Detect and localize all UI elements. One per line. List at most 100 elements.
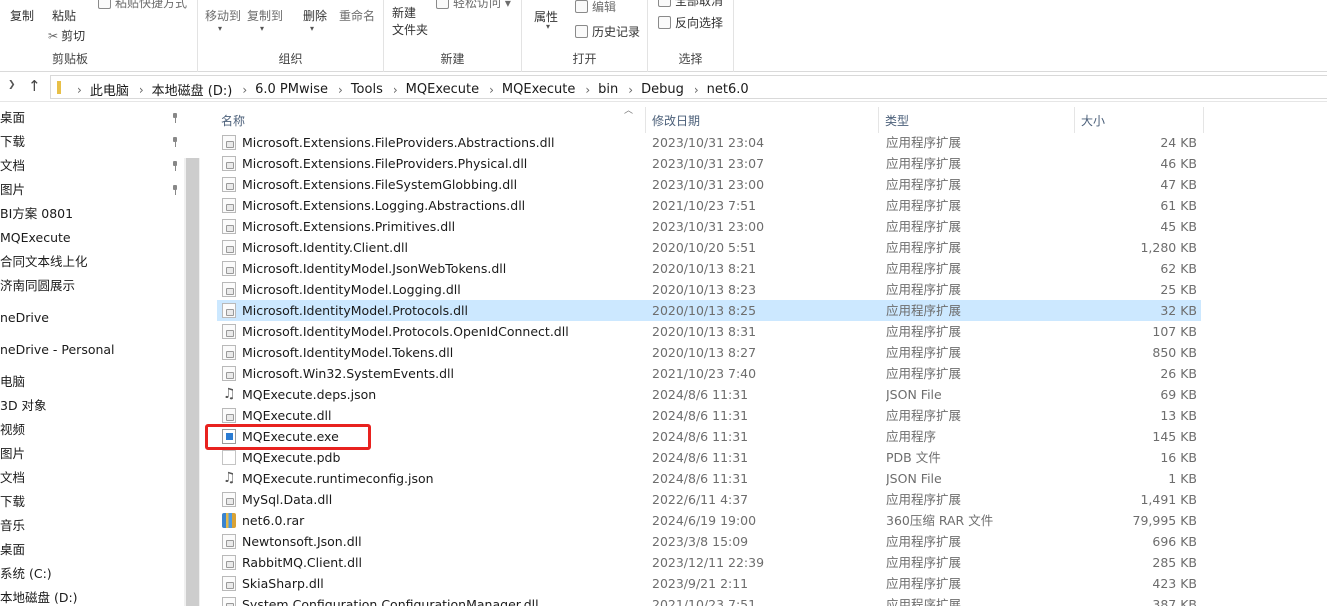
breadcrumb-separator-icon[interactable]: ›	[628, 83, 633, 97]
breadcrumb-item[interactable]: Tools	[351, 82, 383, 97]
nav-item[interactable]: 视频	[0, 419, 190, 441]
nav-item[interactable]: 文档	[0, 155, 190, 177]
nav-item[interactable]: BI方案 0801	[0, 203, 190, 225]
file-row[interactable]: Newtonsoft.Json.dll 2023/3/8 15:09 应用程序扩展 6…	[217, 531, 1201, 552]
breadcrumb-separator-icon[interactable]: ›	[338, 83, 343, 97]
nav-scrollbar-thumb[interactable]	[186, 158, 199, 606]
nav-item[interactable]: 济南同圆展示	[0, 275, 190, 297]
nav-item[interactable]: 图片	[0, 443, 190, 465]
file-row[interactable]: Microsoft.IdentityModel.Protocols.OpenId…	[217, 321, 1201, 342]
breadcrumb-item[interactable]: 6.0 PMwise	[255, 82, 328, 97]
copy-button[interactable]: 复制	[10, 7, 34, 24]
column-divider[interactable]	[645, 107, 646, 133]
nav-item[interactable]: neDrive	[0, 307, 190, 329]
breadcrumb-item[interactable]: net6.0	[707, 82, 749, 97]
file-row[interactable]: Microsoft.Extensions.FileProviders.Abstr…	[217, 132, 1201, 153]
file-row[interactable]: Microsoft.Win32.SystemEvents.dll 2021/10/…	[217, 363, 1201, 384]
file-row[interactable]: MQExecute.deps.json 2024/8/6 11:31 JSON Fi…	[217, 384, 1201, 405]
file-row[interactable]: MySql.Data.dll 2022/6/11 4:37 应用程序扩展 1,491 …	[217, 489, 1201, 510]
file-row[interactable]: MQExecute.dll 2024/8/6 11:31 应用程序扩展 13 KB	[217, 405, 1201, 426]
nav-item[interactable]: 桌面	[0, 539, 190, 561]
paste-shortcut-button[interactable]: 粘贴快捷方式	[98, 0, 187, 11]
file-row[interactable]: Microsoft.Extensions.Logging.Abstraction…	[217, 195, 1201, 216]
file-row[interactable]: System.Configuration.ConfigurationManage…	[217, 594, 1201, 606]
file-modified-date: 2023/10/31 23:00	[652, 219, 765, 234]
file-row[interactable]: SkiaSharp.dll 2023/9/21 2:11 应用程序扩展 423 KB	[217, 573, 1201, 594]
column-header-size[interactable]: 大小	[1081, 110, 1105, 132]
breadcrumb-item[interactable]: MQExecute	[502, 82, 575, 97]
paste-button[interactable]: 粘贴	[52, 7, 76, 24]
column-header-type[interactable]: 类型	[885, 110, 909, 132]
file-row[interactable]: MQExecute.pdb 2024/8/6 11:31 PDB 文件 16 KB	[217, 447, 1201, 468]
nav-item[interactable]: 桌面	[0, 107, 190, 129]
file-size: 16 KB	[1160, 450, 1197, 465]
pin-icon	[170, 161, 180, 171]
file-list: ︿ 名称 修改日期 类型 大小 Microsoft.Extensions.Fil…	[200, 103, 1327, 606]
breadcrumb-item[interactable]: bin	[598, 82, 618, 97]
easy-access-button[interactable]: 轻松访问 ▾	[436, 0, 511, 11]
file-type: 应用程序扩展	[886, 156, 962, 171]
rename-button[interactable]: 重命名	[339, 7, 375, 24]
breadcrumb-separator-icon[interactable]: ›	[393, 83, 398, 97]
file-row[interactable]: Microsoft.Extensions.Primitives.dll 2023/…	[217, 216, 1201, 237]
nav-item[interactable]: 合同文本线上化	[0, 251, 190, 273]
edit-button[interactable]: 编辑	[575, 0, 616, 15]
nav-item[interactable]: 3D 对象	[0, 395, 190, 417]
file-row[interactable]: RabbitMQ.Client.dll 2023/12/11 22:39 应用程序扩…	[217, 552, 1201, 573]
nav-item[interactable]: 下载	[0, 131, 190, 153]
address-input[interactable]: › 此电脑 › 本地磁盘 (D:) › 6.0 PMwise › Tools › MQExecut…	[50, 75, 1327, 99]
breadcrumb-separator-icon[interactable]: ›	[585, 83, 590, 97]
file-type: 应用程序扩展	[886, 135, 962, 150]
column-divider[interactable]	[878, 107, 879, 133]
breadcrumb-item[interactable]: 此电脑	[90, 80, 129, 99]
breadcrumb-separator-icon[interactable]: ›	[694, 83, 699, 97]
nav-item[interactable]: 系统 (C:)	[0, 563, 190, 585]
column-header-name[interactable]: 名称	[221, 110, 245, 132]
nav-item[interactable]: 电脑	[0, 371, 190, 393]
file-row[interactable]: Microsoft.IdentityModel.Tokens.dll 2020/1…	[217, 342, 1201, 363]
nav-item[interactable]: 音乐	[0, 515, 190, 537]
file-row[interactable]: MQExecute.runtimeconfig.json 2024/8/6 11:…	[217, 468, 1201, 489]
nav-item[interactable]: MQExecute	[0, 227, 190, 249]
breadcrumb-item[interactable]: 本地磁盘 (D:)	[152, 80, 233, 99]
breadcrumb-separator-icon[interactable]: ›	[489, 83, 494, 97]
new-folder-button[interactable]: 新建 文件夹	[392, 5, 428, 39]
nav-item[interactable]: 图片	[0, 179, 190, 201]
dll-file-icon	[222, 576, 236, 591]
file-modified-date: 2021/10/23 7:40	[652, 366, 757, 381]
nav-item[interactable]: 本地磁盘 (D:)	[0, 587, 190, 606]
cut-button[interactable]: ✂ 剪切	[48, 27, 85, 44]
breadcrumb-separator-icon[interactable]: ›	[77, 83, 82, 97]
new-group-label: 新建	[440, 52, 465, 66]
column-header-date[interactable]: 修改日期	[652, 110, 700, 132]
nav-item[interactable]: 下载	[0, 491, 190, 513]
file-row[interactable]: Microsoft.IdentityModel.Protocols.dll 202…	[217, 300, 1201, 321]
file-row[interactable]: Microsoft.Extensions.FileSystemGlobbing.…	[217, 174, 1201, 195]
breadcrumb-separator-icon[interactable]: ›	[242, 83, 247, 97]
file-row[interactable]: Microsoft.Extensions.FileProviders.Physi…	[217, 153, 1201, 174]
nav-item[interactable]: 文档	[0, 467, 190, 489]
recent-locations-chevron-icon[interactable]: ❯	[8, 80, 16, 90]
select-none-button[interactable]: 全部取消	[658, 0, 723, 9]
file-row[interactable]: Microsoft.IdentityModel.Logging.dll 2020/…	[217, 279, 1201, 300]
breadcrumb-item[interactable]: MQExecute	[406, 82, 479, 97]
delete-button[interactable]: 删除	[303, 7, 327, 24]
file-modified-date: 2020/10/13 8:31	[652, 324, 757, 339]
file-row[interactable]: Microsoft.Identity.Client.dll 2020/10/20 …	[217, 237, 1201, 258]
file-row[interactable]: Microsoft.IdentityModel.JsonWebTokens.dl…	[217, 258, 1201, 279]
invert-selection-button[interactable]: 反向选择	[658, 14, 723, 31]
breadcrumb-item[interactable]: Debug	[641, 82, 684, 97]
nav-item-label: neDrive - Personal	[0, 342, 115, 357]
file-size: 423 KB	[1152, 576, 1197, 591]
file-name: RabbitMQ.Client.dll	[242, 555, 362, 570]
move-to-button[interactable]: 移动到	[205, 7, 241, 24]
breadcrumb-separator-icon[interactable]: ›	[139, 83, 144, 97]
file-row[interactable]: net6.0.rar 2024/6/19 19:00 360压缩 RAR 文件 79,…	[217, 510, 1201, 531]
history-button[interactable]: 历史记录	[575, 23, 640, 40]
column-divider[interactable]	[1203, 107, 1204, 133]
copy-to-button[interactable]: 复制到	[247, 7, 283, 24]
up-arrow-icon[interactable]: ↑	[28, 77, 41, 95]
nav-item[interactable]: neDrive - Personal	[0, 339, 190, 361]
dll-file-icon	[222, 408, 236, 423]
column-divider[interactable]	[1074, 107, 1075, 133]
